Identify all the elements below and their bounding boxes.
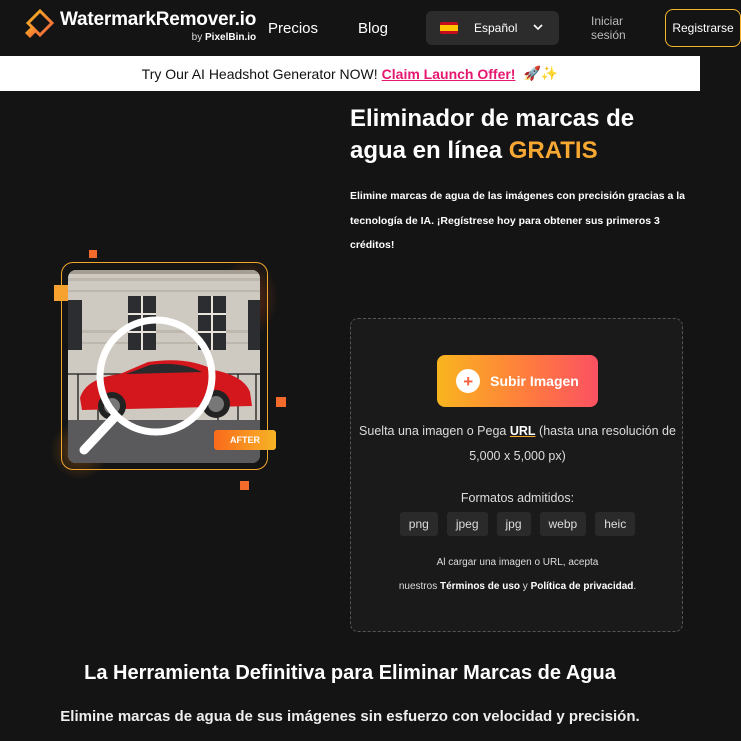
format-chips: png jpeg jpg webp heic <box>351 512 684 536</box>
upload-dropzone[interactable]: + Subir Imagen Suelta una imagen o Pega … <box>350 318 683 632</box>
format-chip-heic: heic <box>595 512 636 536</box>
decor-square <box>276 397 286 407</box>
formats-label: Formatos admitidos: <box>460 491 575 505</box>
rocket-sparkle-icon: 🚀✨ <box>523 65 559 81</box>
language-selector[interactable]: Español <box>426 11 559 45</box>
banner-text: Try Our AI Headshot Generator NOW! <box>141 65 378 82</box>
format-chip-webp: webp <box>539 512 587 536</box>
format-chip-png: png <box>399 512 438 536</box>
language-label: Español <box>474 21 518 35</box>
hero-description: Elimine marcas de agua de las imágenes c… <box>350 190 685 251</box>
upload-image-button[interactable]: + Subir Imagen <box>437 355 598 407</box>
chevron-down-icon <box>533 24 543 31</box>
paste-url-link[interactable]: URL <box>510 424 536 438</box>
logo-icon <box>25 9 54 38</box>
privacy-policy-link[interactable]: Política de privacidad <box>531 581 634 592</box>
terms-of-use-link[interactable]: Términos de uso <box>440 581 520 592</box>
nav-blog[interactable]: Blog <box>358 20 388 37</box>
gratis-highlight: GRATIS <box>508 137 598 164</box>
format-chip-jpg: jpg <box>496 512 531 536</box>
upload-button-label: Subir Imagen <box>490 373 579 389</box>
logo-subtitle: by PixelBin.io <box>191 32 257 43</box>
format-chip-jpeg: jpeg <box>446 512 488 536</box>
logo[interactable]: WatermarkRemover.io by PixelBin.io <box>22 9 256 44</box>
section-subtitle: Elimine marcas de agua de sus imágenes s… <box>60 708 640 725</box>
register-button[interactable]: Registrarse <box>665 9 741 47</box>
claim-offer-link[interactable]: Claim Launch Offer! <box>382 66 516 82</box>
spain-flag-icon <box>440 22 458 34</box>
login-link[interactable]: Iniciar sesión <box>591 14 631 42</box>
nav-precios[interactable]: Precios <box>268 20 318 37</box>
promo-banner: Try Our AI Headshot Generator NOW! Claim… <box>0 56 700 91</box>
terms-notice: Al cargar una imagen o URL, acepta nuest… <box>398 557 637 592</box>
logo-title: WatermarkRemover.io <box>60 9 257 30</box>
decor-square <box>89 250 97 258</box>
plus-icon: + <box>456 369 481 393</box>
decor-square <box>240 481 249 490</box>
after-badge: AFTER <box>214 430 276 450</box>
top-navbar: WatermarkRemover.io by PixelBin.io Preci… <box>0 0 741 56</box>
hero-title: Eliminador de marcas de agua en línea GR… <box>350 105 635 164</box>
magnifier-icon <box>79 316 216 455</box>
section-title: La Herramienta Definitiva para Eliminar … <box>84 662 616 684</box>
drop-instructions: Suelta una imagen o Pega URL (hasta una … <box>359 424 676 463</box>
